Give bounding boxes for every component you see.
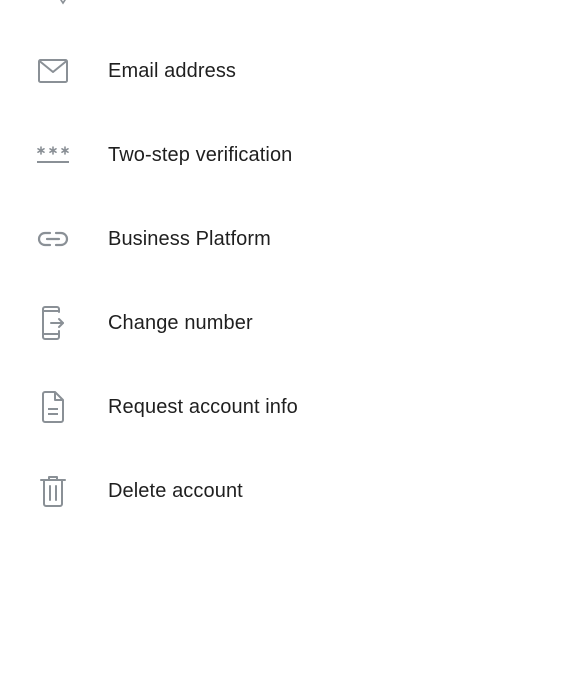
asterisk-password-icon xyxy=(36,139,70,171)
business-platform-label: Business Platform xyxy=(108,228,271,250)
link-icon xyxy=(36,223,70,255)
email-address-item[interactable]: Email address xyxy=(0,43,570,99)
delete-account-label: Delete account xyxy=(108,480,243,502)
request-account-info-label: Request account info xyxy=(108,396,298,418)
document-icon xyxy=(36,391,70,423)
email-address-label: Email address xyxy=(108,60,237,82)
request-account-info-item[interactable]: Request account info xyxy=(0,379,570,435)
change-number-item[interactable]: Change number xyxy=(0,295,570,351)
two-step-verification-item[interactable]: Two-step verification xyxy=(0,127,570,183)
delete-account-item[interactable]: Delete account xyxy=(0,463,570,519)
previous-item-icon-remnant xyxy=(55,0,71,8)
trash-icon xyxy=(36,475,70,507)
two-step-verification-label: Two-step verification xyxy=(108,144,293,166)
change-number-label: Change number xyxy=(108,312,253,334)
phone-transfer-icon xyxy=(36,306,70,340)
envelope-icon xyxy=(36,55,70,87)
business-platform-item[interactable]: Business Platform xyxy=(0,211,570,267)
